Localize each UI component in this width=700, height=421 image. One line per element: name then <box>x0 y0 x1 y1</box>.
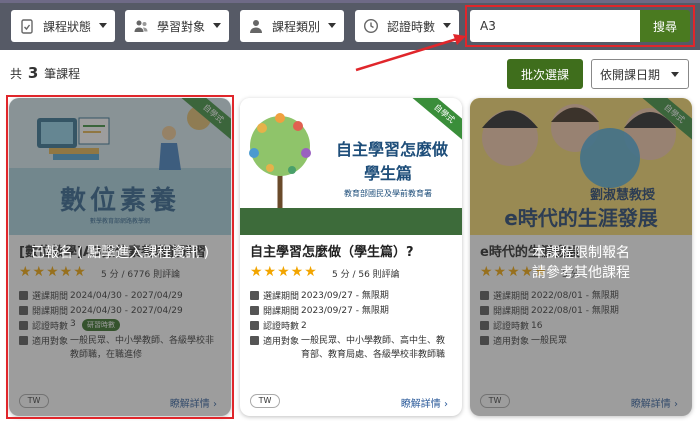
result-count-prefix: 共 <box>10 67 23 81</box>
chevron-down-icon <box>328 23 336 28</box>
search-button[interactable]: 搜尋 <box>640 10 690 42</box>
sort-dropdown-label: 依開課日期 <box>600 67 661 82</box>
status-dropdown-label: 課程狀態 <box>43 19 92 34</box>
target-audience-label: 適用對象 <box>263 337 300 347</box>
restricted-line-2: 請參考其他課程 <box>532 265 630 281</box>
category-dropdown-label: 課程類別 <box>272 19 321 34</box>
thumbnail-subtitle: 教育部國民及學前教育署 <box>344 189 432 198</box>
calendar-icon <box>250 306 259 315</box>
search-input[interactable] <box>470 10 640 42</box>
course-card[interactable]: 自主學習怎麼做 學生篇 教育部國民及學前教育署 自學式 自主學習怎麼做（學生篇）… <box>240 98 462 416</box>
select-period-value: 2023/09/27 - 無限期 <box>301 291 389 301</box>
open-period-label: 開課期間 <box>263 307 300 317</box>
restricted-overlay-text: 本課程限制報名 請參考其他課程 <box>470 243 692 283</box>
status-dropdown[interactable]: 課程狀態 <box>11 10 115 42</box>
course-title: 自主學習怎麼做（學生篇）? <box>250 245 414 260</box>
result-count-suffix: 筆課程 <box>44 67 81 81</box>
clipboard-check-icon <box>19 18 35 34</box>
user-icon <box>250 336 259 345</box>
card-highlight-box <box>6 95 234 419</box>
chevron-down-icon <box>671 72 679 77</box>
sort-dropdown[interactable]: 依開課日期 <box>591 59 689 89</box>
course-card[interactable]: 劉淑慧教授 e時代的生涯發展 自學式 e時代的生涯發展 ★★★★★ 5 分 選課… <box>470 98 692 416</box>
detail-link[interactable]: 瞭解詳情 › <box>401 395 448 410</box>
certificate-icon <box>250 321 259 330</box>
select-period: 選課期間 2023/09/27 - 無限期 <box>250 289 451 303</box>
target-audience: 適用對象 一般民眾、中小學教師、高中生、教育部、教育局處、各級學校非教師職 <box>250 334 451 362</box>
course-thumbnail: 自主學習怎麼做 學生篇 教育部國民及學前教育署 自學式 <box>240 98 462 235</box>
star-rating: ★★★★★ <box>250 264 318 280</box>
cert-hours-label: 認證時數 <box>263 322 300 332</box>
calendar-icon <box>250 291 259 300</box>
cert-hours: 認證時數 2 <box>250 319 451 333</box>
language-badge: TW <box>250 394 280 408</box>
users-icon <box>133 18 149 34</box>
rating-text: 5 分 / 56 則評論 <box>332 270 400 280</box>
target-audience-value: 一般民眾、中小學教師、高中生、教育部、教育局處、各級學校非教師職 <box>301 336 446 360</box>
category-dropdown[interactable]: 課程類別 <box>240 10 344 42</box>
open-period: 開課期間 2023/09/27 - 無限期 <box>250 304 451 318</box>
filter-bar-accent <box>0 0 700 3</box>
restricted-line-1: 本課程限制報名 <box>532 245 630 261</box>
select-period-label: 選課期間 <box>263 292 300 302</box>
thumbnail-title-2: 學生篇 <box>364 164 413 183</box>
chevron-down-icon <box>99 23 107 28</box>
batch-select-button[interactable]: 批次選課 <box>507 59 583 89</box>
chevron-down-icon <box>213 23 221 28</box>
audience-dropdown[interactable]: 學習對象 <box>125 10 229 42</box>
result-count-number: 3 <box>27 64 39 82</box>
user-icon <box>248 18 264 34</box>
audience-dropdown-label: 學習對象 <box>157 19 206 34</box>
annotation-arrow <box>355 34 466 72</box>
cert-hours-value: 2 <box>301 321 307 331</box>
thumbnail-title: 自主學習怎麼做 <box>336 140 449 159</box>
open-period-value: 2023/09/27 - 無限期 <box>301 306 389 316</box>
result-count: 共 3 筆課程 <box>10 64 80 82</box>
restricted-overlay: 本課程限制報名 請參考其他課程 <box>470 98 692 416</box>
